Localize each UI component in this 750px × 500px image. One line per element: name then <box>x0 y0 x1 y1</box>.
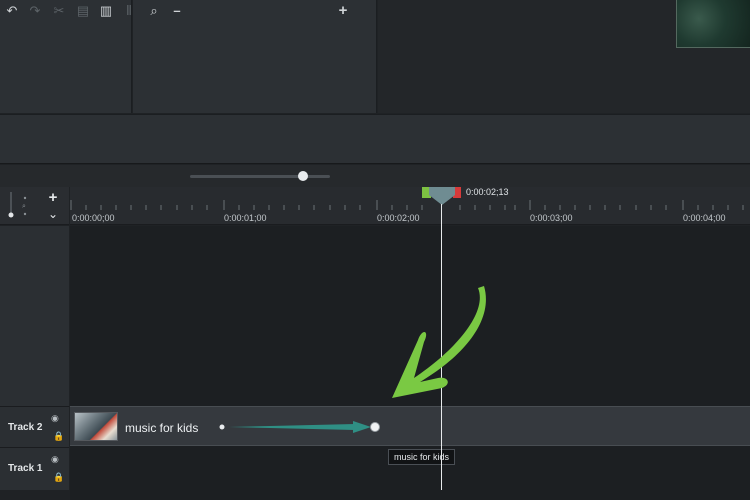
track-height-slider[interactable]: ⌕ <box>4 190 40 222</box>
green-arrow-annotation <box>392 286 486 398</box>
playhead-time-readout: 0:00:02;13 <box>466 187 509 197</box>
clip-title[interactable]: music for kids <box>125 421 198 435</box>
track-header-area <box>0 226 69 406</box>
zoom-icon: ⌕ <box>150 3 158 18</box>
ruler-ticks <box>70 200 744 210</box>
zoom-in-button[interactable]: + <box>335 3 351 19</box>
lock-icon[interactable]: 🔒 <box>53 431 64 442</box>
ruler-label-4: 0:00:04;00 <box>683 213 726 223</box>
visibility-eye-icon[interactable]: ◉ <box>51 454 59 465</box>
canvas-video-frame[interactable] <box>676 0 750 48</box>
split-icon[interactable]: ⫴ <box>121 3 137 19</box>
track-header-1[interactable]: Track 1 ◉ 🔒 <box>0 447 69 490</box>
zoom-slider-handle[interactable] <box>298 171 308 181</box>
cut-icon[interactable]: ✂ <box>51 3 67 19</box>
paste-icon[interactable]: ▥ <box>98 3 114 19</box>
track-header-2[interactable]: Track 2 ◉ 🔒 <box>0 406 69 448</box>
add-track-button[interactable]: + <box>45 190 61 206</box>
track-name-label: Track 1 <box>8 463 43 474</box>
collapse-tracks-button[interactable]: ⌄ <box>45 206 61 222</box>
lock-icon[interactable]: 🔒 <box>53 472 64 483</box>
zoom-out-button[interactable]: – <box>169 3 185 19</box>
track-name-label: Track 2 <box>8 422 43 433</box>
ruler-label-1: 0:00:01;00 <box>224 213 267 223</box>
zoom-slider-track[interactable] <box>190 175 330 178</box>
clip-thumbnail[interactable] <box>74 412 118 441</box>
svg-text:⌕: ⌕ <box>22 203 26 210</box>
properties-bar <box>0 114 750 164</box>
copy-icon[interactable]: ▤ <box>75 3 91 19</box>
ruler-label-0: 0:00:00;00 <box>72 213 115 223</box>
ruler-label-2: 0:00:02;00 <box>377 213 420 223</box>
visibility-eye-icon[interactable]: ◉ <box>51 413 59 424</box>
ruler-label-3: 0:00:03;00 <box>530 213 573 223</box>
undo-icon[interactable]: ↶ <box>4 3 20 19</box>
timeline-toolbar <box>0 165 750 187</box>
redo-icon[interactable]: ↷ <box>27 3 43 19</box>
drag-path-annotation <box>219 421 380 433</box>
editor-window: ↶ ↷ ✂ ▤ ▥ ⫴ ⌕ – + ⌕ + ⌄ 0:00:00;00 0:00:… <box>0 0 750 500</box>
